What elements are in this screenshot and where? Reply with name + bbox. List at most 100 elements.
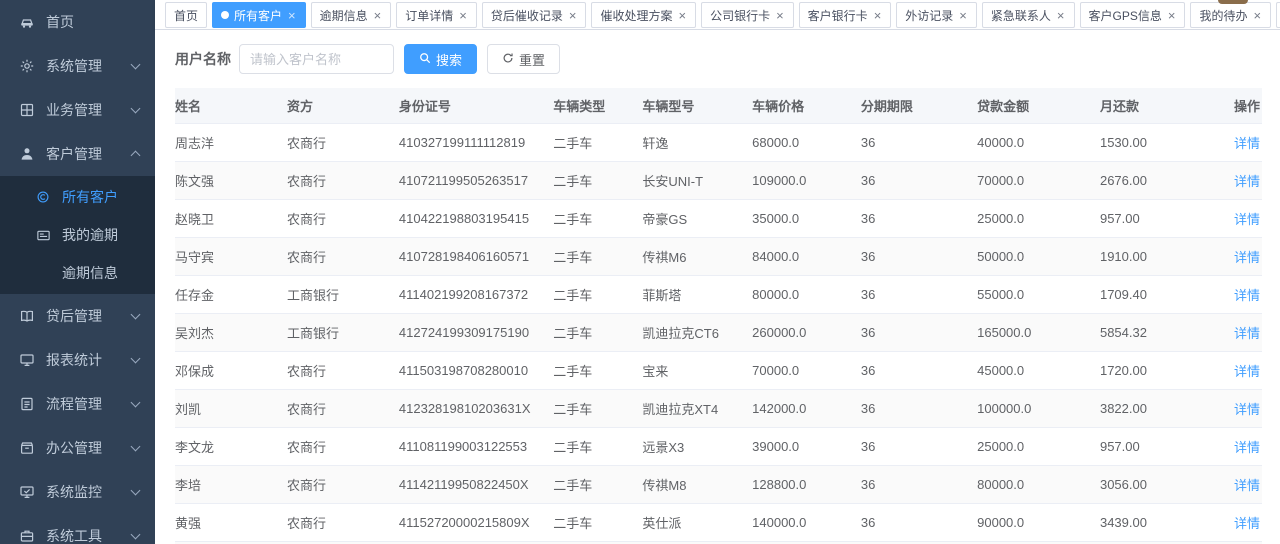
sidebar-item-report-statistics[interactable]: 报表统计 <box>0 338 155 382</box>
details-link[interactable]: 详情 <box>1234 250 1260 265</box>
table-cell: 3439.00 <box>1100 504 1202 542</box>
details-link[interactable]: 详情 <box>1234 136 1260 151</box>
table-cell: 二手车 <box>553 352 642 390</box>
app-root: 首页系统管理业务管理客户管理所有客户我的逾期逾期信息贷后管理报表统计流程管理办公… <box>0 0 1280 544</box>
details-link[interactable]: 详情 <box>1234 516 1260 531</box>
table-row: 李培农商行41142119950822450X二手车传祺M8128800.036… <box>175 466 1262 504</box>
table-cell: 二手车 <box>553 390 642 428</box>
tab-customer-gps-info[interactable]: 客户GPS信息× <box>1080 2 1186 28</box>
sidebar-item-home[interactable]: 首页 <box>0 0 155 44</box>
tab-label: 客户银行卡 <box>808 7 868 24</box>
card-icon <box>34 226 52 244</box>
sidebar-item-system-management[interactable]: 系统管理 <box>0 44 155 88</box>
sidebar-item-business-management[interactable]: 业务管理 <box>0 88 155 132</box>
close-icon[interactable]: × <box>775 9 785 22</box>
tab-customer-bank-cards[interactable]: 客户银行卡 × <box>799 2 892 28</box>
tab-label: 紧急联系人 <box>991 7 1051 24</box>
sidebar-item-system-tools[interactable]: 系统工具 <box>0 514 155 544</box>
chevron-down-icon <box>131 354 141 364</box>
table-cell: 宝来 <box>642 352 752 390</box>
details-link[interactable]: 详情 <box>1234 402 1260 417</box>
table-cell: 84000.0 <box>752 238 861 276</box>
table-column-header: 月还款 <box>1100 88 1202 124</box>
tab-order-details[interactable]: 订单详情× <box>396 2 477 28</box>
details-link[interactable]: 详情 <box>1234 288 1260 303</box>
table-cell: 260000.0 <box>752 314 861 352</box>
sidebar-item-post-loan-management[interactable]: 贷后管理 <box>0 294 155 338</box>
close-icon[interactable]: × <box>1167 9 1177 22</box>
table-cell: 45000.0 <box>977 352 1100 390</box>
tab-visit-records[interactable]: 外访记录× <box>896 2 977 28</box>
book-icon <box>18 307 36 325</box>
close-icon[interactable]: × <box>373 9 383 22</box>
sidebar-item-my-overdue[interactable]: 我的逾期 <box>0 216 155 254</box>
tab-overdue-info[interactable]: 逾期信息× <box>311 2 392 28</box>
search-button-label: 搜索 <box>436 50 462 69</box>
sidebar-item-label: 流程管理 <box>46 394 102 414</box>
tab-home[interactable]: 首页 <box>165 2 207 28</box>
table-action-cell: 详情 <box>1202 314 1262 352</box>
details-link[interactable]: 详情 <box>1234 440 1260 455</box>
close-icon[interactable]: × <box>1056 9 1066 22</box>
tab-my-process[interactable]: 我的流程× <box>1276 2 1280 28</box>
search-form: 用户名称 搜索 重置 <box>175 44 1262 74</box>
details-link[interactable]: 详情 <box>1234 478 1260 493</box>
reset-button-label: 重置 <box>519 50 545 69</box>
table-cell: 邓保成 <box>175 352 287 390</box>
details-link[interactable]: 详情 <box>1234 364 1260 379</box>
close-icon[interactable]: × <box>287 9 297 22</box>
close-icon[interactable]: × <box>1252 9 1262 22</box>
table-cell: 工商银行 <box>287 276 399 314</box>
table-cell: 100000.0 <box>977 390 1100 428</box>
table-cell: 128800.0 <box>752 466 861 504</box>
close-icon[interactable]: × <box>958 9 968 22</box>
table-cell: 黄强 <box>175 504 287 542</box>
tab-all-customers[interactable]: 所有客户× <box>212 2 306 28</box>
sidebar-item-overdue-info[interactable]: 逾期信息 <box>0 254 155 292</box>
table-action-cell: 详情 <box>1202 162 1262 200</box>
table-cell: 二手车 <box>553 428 642 466</box>
user-icon <box>18 145 36 163</box>
tab-emergency-contacts[interactable]: 紧急联系人 × <box>982 2 1075 28</box>
close-icon[interactable]: × <box>458 9 468 22</box>
table-cell: 70000.0 <box>977 162 1100 200</box>
table-cell: 1910.00 <box>1100 238 1202 276</box>
car-icon <box>18 13 36 31</box>
content-panel: 用户名称 搜索 重置 姓名资方身份证号车辆类型车辆型号车辆价格分期期限贷款金额月… <box>155 30 1280 544</box>
table-cell: 957.00 <box>1100 200 1202 238</box>
no-icon <box>34 264 52 282</box>
table-cell: 陈文强 <box>175 162 287 200</box>
details-link[interactable]: 详情 <box>1234 326 1260 341</box>
tab-my-todo[interactable]: 我的待办× <box>1190 2 1271 28</box>
search-icon <box>419 52 431 67</box>
close-icon[interactable]: × <box>873 9 883 22</box>
table-cell: 36 <box>861 428 977 466</box>
search-button[interactable]: 搜索 <box>404 44 477 74</box>
table-row: 陈文强农商行410721199505263517二手车长安UNI-T109000… <box>175 162 1262 200</box>
table-cell: 80000.0 <box>977 466 1100 504</box>
table-row: 刘凯农商行41232819810203631X二手车凯迪拉克XT4142000.… <box>175 390 1262 428</box>
details-link[interactable]: 详情 <box>1234 174 1260 189</box>
close-icon[interactable]: × <box>677 9 687 22</box>
sidebar-item-all-customers[interactable]: 所有客户 <box>0 178 155 216</box>
tab-post-loan-collection-records[interactable]: 贷后催收记录× <box>482 2 587 28</box>
customers-table: 姓名资方身份证号车辆类型车辆型号车辆价格分期期限贷款金额月还款操作 周志洋农商行… <box>175 88 1262 544</box>
tab-collection-plans[interactable]: 催收处理方案× <box>591 2 696 28</box>
table-cell: 3822.00 <box>1100 390 1202 428</box>
customer-name-input[interactable] <box>239 44 394 74</box>
sidebar-item-label: 业务管理 <box>46 100 102 120</box>
table-column-header: 车辆价格 <box>752 88 861 124</box>
chevron-down-icon <box>131 530 141 540</box>
sidebar-item-office-management[interactable]: 办公管理 <box>0 426 155 470</box>
sidebar-item-process-management[interactable]: 流程管理 <box>0 382 155 426</box>
sidebar-item-customer-management[interactable]: 客户管理 <box>0 132 155 176</box>
table-cell: 菲斯塔 <box>642 276 752 314</box>
table-cell: 165000.0 <box>977 314 1100 352</box>
reset-button[interactable]: 重置 <box>487 44 560 74</box>
table-cell: 二手车 <box>553 200 642 238</box>
box-icon <box>18 439 36 457</box>
sidebar-item-system-monitoring[interactable]: 系统监控 <box>0 470 155 514</box>
tab-company-bank-cards[interactable]: 公司银行卡× <box>701 2 794 28</box>
details-link[interactable]: 详情 <box>1234 212 1260 227</box>
close-icon[interactable]: × <box>568 9 578 22</box>
